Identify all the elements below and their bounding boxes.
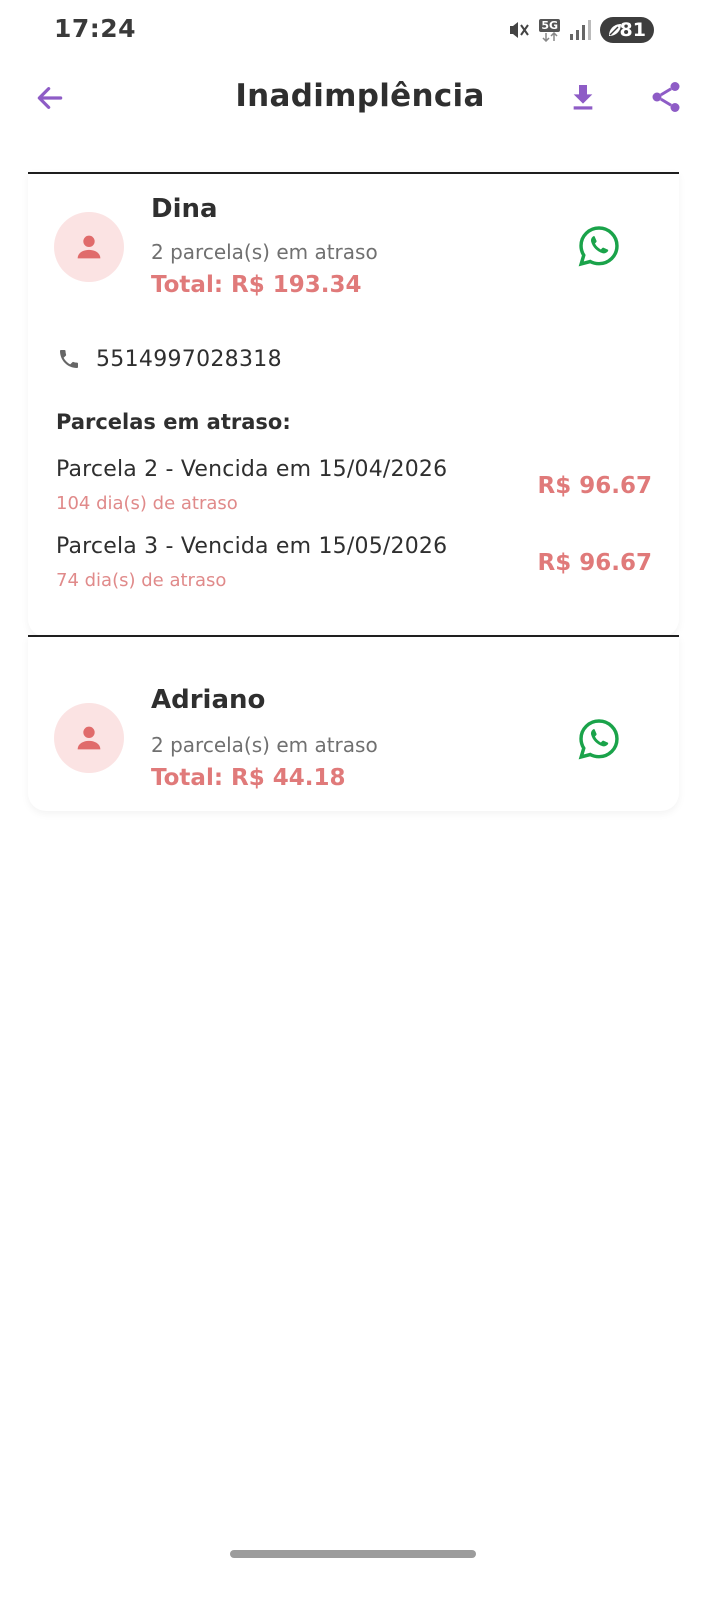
installment-row: Parcela 3 - Vencida em 15/05/2026 74 dia… [56, 534, 652, 600]
5g-icon: 5G [539, 18, 560, 42]
share-button[interactable] [645, 76, 687, 118]
section-title: Parcelas em atraso: [56, 410, 291, 434]
status-icons: 5G 81 [506, 16, 654, 44]
person-icon [77, 235, 101, 259]
download-icon [573, 85, 593, 110]
share-icon [652, 82, 680, 112]
avatar [54, 703, 124, 773]
battery-indicator: 81 [600, 17, 654, 43]
debtor-name: Dina [151, 194, 218, 224]
installment-label: Parcela 3 - Vencida em 15/05/2026 [56, 534, 448, 559]
network-type: 5G [539, 18, 560, 32]
phone-number[interactable]: 5514997028318 [96, 347, 282, 372]
signal-icon [569, 19, 591, 41]
installment-days-overdue: 104 dia(s) de atraso [56, 493, 238, 514]
installment-row: Parcela 2 - Vencida em 15/04/2026 104 di… [56, 457, 652, 523]
debtor-card[interactable]: Dina 2 parcela(s) em atraso Total: R$ 19… [28, 172, 679, 637]
debtor-card[interactable]: Adriano 2 parcela(s) em atraso Total: R$… [28, 635, 679, 811]
debtor-total: Total: R$ 44.18 [151, 765, 346, 791]
vibrate-mute-icon [506, 18, 530, 42]
whatsapp-icon [578, 226, 619, 267]
app-bar: Inadimplência [0, 62, 720, 134]
status-time: 17:24 [54, 14, 137, 43]
installment-days-overdue: 74 dia(s) de atraso [56, 570, 227, 591]
page-title: Inadimplência [235, 78, 485, 114]
whatsapp-icon [578, 719, 619, 760]
status-bar: 17:24 5G 81 [0, 0, 720, 62]
debtor-total: Total: R$ 193.34 [151, 272, 362, 298]
home-indicator[interactable] [230, 1550, 476, 1558]
avatar [54, 212, 124, 282]
overdue-count: 2 parcela(s) em atraso [151, 240, 378, 264]
overdue-count: 2 parcela(s) em atraso [151, 733, 378, 757]
debtor-name: Adriano [151, 685, 266, 715]
whatsapp-button[interactable] [575, 222, 623, 270]
download-button[interactable] [562, 76, 604, 118]
battery-saver-icon [609, 24, 621, 36]
battery-level: 81 [619, 19, 646, 41]
person-icon [77, 726, 101, 750]
installment-value: R$ 96.67 [537, 550, 652, 576]
whatsapp-button[interactable] [575, 715, 623, 763]
installment-value: R$ 96.67 [537, 473, 652, 499]
phone-icon [56, 346, 82, 372]
installment-label: Parcela 2 - Vencida em 15/04/2026 [56, 457, 448, 482]
phone-row: 5514997028318 [56, 346, 282, 372]
